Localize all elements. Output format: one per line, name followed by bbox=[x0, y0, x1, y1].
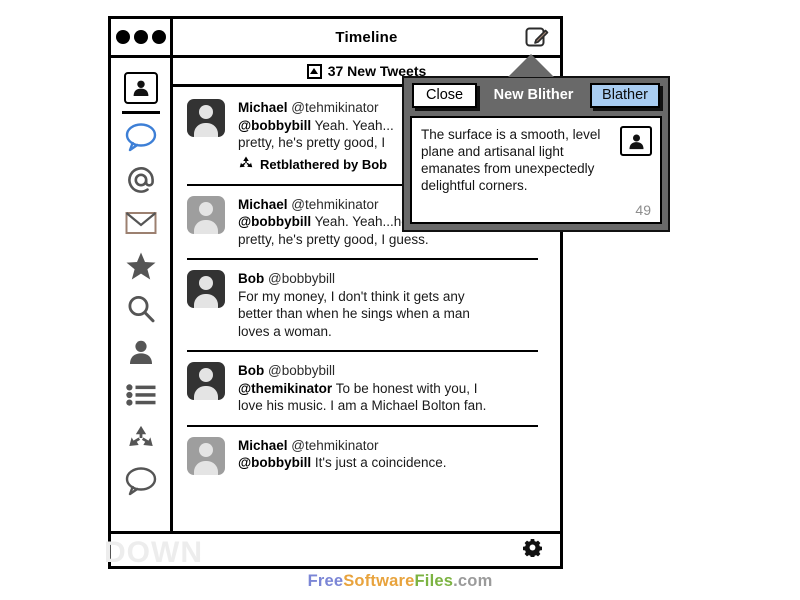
title-area: Timeline bbox=[173, 19, 560, 55]
popup-header: Close New Blither Blather bbox=[404, 78, 668, 112]
tweet-body: Bob @bobbybill For my money, I don't thi… bbox=[238, 270, 546, 340]
tweet-author-handle: @tehmikinator bbox=[291, 437, 379, 453]
tweet-author-line: Bob @bobbybill bbox=[238, 270, 546, 288]
tweet-author-line: Bob @bobbybill bbox=[238, 362, 546, 380]
new-blither-popup: Close New Blither Blather The surface is… bbox=[402, 76, 670, 232]
avatar bbox=[187, 270, 225, 308]
recycle-icon bbox=[126, 423, 156, 458]
tweet-author-handle: @tehmikinator bbox=[291, 100, 379, 115]
popup-pointer-arrow bbox=[508, 54, 554, 77]
tweet-mention[interactable]: @bobbybill bbox=[238, 214, 311, 229]
sidebar-item-comments[interactable] bbox=[110, 462, 172, 505]
tweet-author-name: Bob bbox=[238, 363, 265, 378]
page-title: Timeline bbox=[335, 28, 398, 46]
avatar bbox=[187, 195, 225, 234]
sidebar-item-search[interactable] bbox=[110, 290, 172, 333]
blather-button[interactable]: Blather bbox=[590, 82, 660, 108]
tweet-text-line: love his music. I am a Michael Bolton fa… bbox=[238, 398, 487, 413]
window-dot-minimize[interactable] bbox=[133, 30, 148, 44]
popup-body[interactable]: The surface is a smooth, level plane and… bbox=[410, 116, 662, 224]
at-sign-icon bbox=[125, 164, 157, 201]
tweet-text-line: For my money, I don't think it gets any bbox=[238, 288, 465, 304]
speech-bubble-gray-icon bbox=[124, 466, 158, 501]
person-boxed-icon bbox=[620, 126, 652, 156]
sidebar-item-profile-avatar[interactable] bbox=[110, 66, 172, 109]
tweet-text-line: loves a woman. bbox=[238, 323, 332, 339]
star-icon bbox=[125, 251, 157, 286]
triangle-up-boxed-icon bbox=[306, 63, 322, 79]
blither-textarea[interactable]: The surface is a smooth, level plane and… bbox=[421, 126, 621, 194]
tweet-author-handle: @bobbybill bbox=[268, 363, 336, 378]
tweet-text-line: better than when he sings when a man bbox=[238, 306, 470, 321]
sidebar-item-retblathers[interactable] bbox=[110, 419, 172, 462]
watermark-part-4: .com bbox=[453, 572, 493, 590]
watermark-part-3: Files bbox=[414, 572, 454, 590]
sidebar-divider bbox=[121, 111, 160, 114]
table-row[interactable]: Michael @tehmikinator @bobbybill It's ju… bbox=[173, 424, 560, 485]
tweet-text-line: pretty, he's pretty good, I guess. bbox=[238, 231, 429, 247]
retblather-text: Retblathered by Bob bbox=[260, 156, 388, 172]
sidebar bbox=[111, 58, 173, 537]
window-controls[interactable] bbox=[111, 19, 173, 55]
table-row[interactable]: Bob @bobbybill @themikinator To be hones… bbox=[173, 350, 560, 425]
character-count: 49 bbox=[635, 202, 651, 218]
sidebar-item-blathers[interactable] bbox=[110, 118, 172, 161]
watermark-part-2: Software bbox=[343, 572, 415, 590]
sidebar-item-favorites[interactable] bbox=[110, 247, 172, 290]
tweet-mention[interactable]: @themikinator bbox=[238, 381, 332, 396]
person-boxed-icon bbox=[123, 71, 158, 104]
list-icon bbox=[125, 384, 156, 411]
magnifier-icon bbox=[126, 294, 156, 329]
window-dot-zoom[interactable] bbox=[151, 30, 166, 44]
sidebar-item-messages[interactable] bbox=[110, 204, 172, 247]
tweet-text: It's just a coincidence. bbox=[311, 455, 447, 470]
close-button[interactable]: Close bbox=[412, 82, 478, 108]
gear-icon[interactable] bbox=[523, 538, 542, 562]
speech-bubble-blue-icon bbox=[124, 122, 158, 157]
tweet-mention[interactable]: @bobbybill bbox=[238, 455, 311, 470]
avatar bbox=[187, 436, 225, 475]
watermark: FreeSoftwareFiles.com bbox=[0, 572, 800, 591]
sidebar-item-lists[interactable] bbox=[110, 376, 172, 419]
tweet-text-line: @bobbybill It's just a coincidence. bbox=[238, 454, 546, 472]
title-bar: Timeline bbox=[111, 19, 560, 58]
compose-pencil-icon[interactable] bbox=[524, 24, 550, 50]
recycle-icon bbox=[238, 155, 254, 174]
table-row[interactable]: Bob @bobbybill For my money, I don't thi… bbox=[173, 258, 560, 350]
sidebar-item-people[interactable] bbox=[110, 333, 172, 376]
background-ghost-text: DOWN bbox=[104, 536, 203, 569]
person-silhouette-icon bbox=[127, 338, 155, 371]
sidebar-item-mentions[interactable] bbox=[110, 161, 172, 204]
avatar bbox=[187, 99, 225, 137]
envelope-icon bbox=[125, 211, 157, 240]
tweet-author-name: Michael bbox=[238, 196, 288, 212]
tweet-author-name: Michael bbox=[238, 437, 288, 453]
tweet-body: Bob @bobbybill @themikinator To be hones… bbox=[238, 362, 546, 415]
watermark-part-1: Free bbox=[307, 572, 344, 590]
tweet-author-name: Bob bbox=[238, 271, 265, 286]
tweet-body: Michael @tehmikinator @bobbybill It's ju… bbox=[238, 437, 546, 475]
window-dot-close[interactable] bbox=[115, 30, 130, 44]
tweet-mention[interactable]: @bobbybill bbox=[238, 118, 311, 133]
tweet-author-handle: @tehmikinator bbox=[291, 196, 379, 212]
tweet-author-handle: @bobbybill bbox=[268, 271, 336, 286]
tweet-text-line: @themikinator To be honest with you, I bbox=[238, 380, 546, 398]
tweet-text: To be honest with you, I bbox=[332, 380, 478, 396]
avatar bbox=[187, 362, 225, 400]
popup-title: New Blither bbox=[493, 87, 574, 103]
tweet-author-line: Michael @tehmikinator bbox=[238, 437, 546, 455]
tweet-author-name: Michael bbox=[238, 100, 288, 115]
tweet-text: Yeah. Yeah... bbox=[311, 117, 394, 133]
